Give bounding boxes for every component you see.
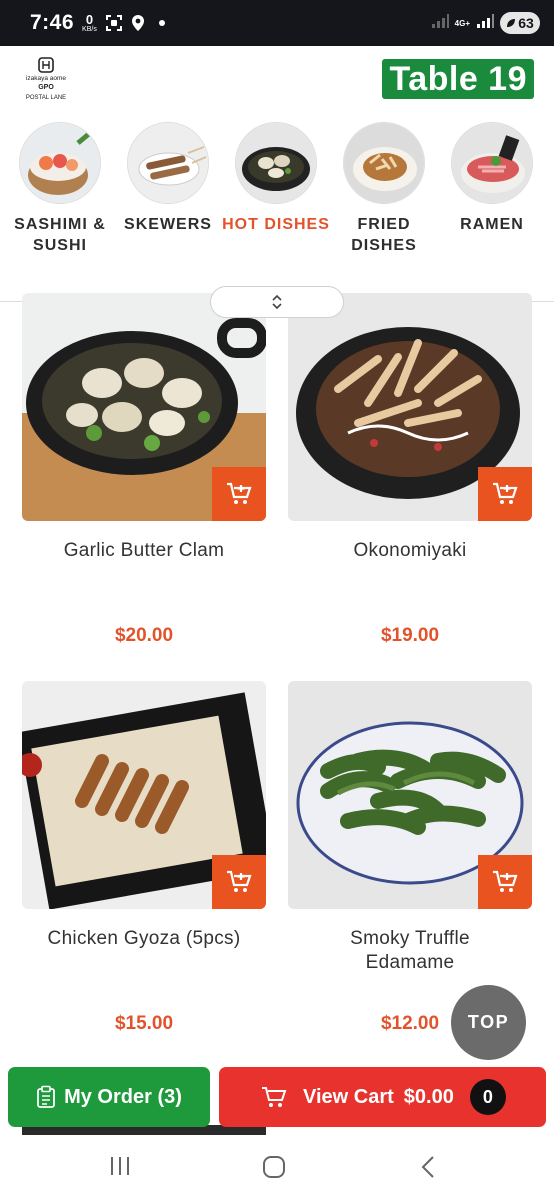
speed-value: 0 [85, 12, 94, 27]
category-image [127, 122, 209, 204]
shopping-cart-icon [262, 1087, 287, 1107]
collapse-categories-button[interactable] [210, 286, 344, 318]
category-label: SASHIMI & SUSHI [14, 216, 106, 254]
battery-level: 63 [518, 15, 534, 31]
svg-text:izakaya aome: izakaya aome [26, 75, 66, 82]
category-label: FRIED DISHES [351, 216, 417, 254]
clock: 7:46 [30, 11, 75, 34]
dish-price: $19.00 [380, 625, 440, 646]
dish-photo [22, 681, 266, 909]
add-to-cart-icon [493, 482, 518, 504]
dish-name: Okonomiyaki [353, 540, 467, 561]
leaf-icon [507, 19, 516, 27]
notification-dot-icon [158, 20, 165, 26]
svg-text:POSTAL LANE: POSTAL LANE [26, 95, 66, 101]
add-to-cart-icon [493, 870, 518, 892]
add-to-cart-icon [227, 870, 252, 892]
cart-total: $0.00 [403, 1085, 454, 1108]
home-icon[interactable] [262, 1155, 286, 1179]
restaurant-logo[interactable]: izakaya aome GPO POSTAL LANE [18, 56, 74, 104]
menu-item-chicken-gyoza[interactable]: Chicken Gyoza (5pcs) $15.00 [22, 681, 266, 1034]
category-bar: SASHIMI & SUSHI SKEWERS HOT DISHES FRIED… [0, 110, 554, 302]
svg-text:GPO: GPO [38, 84, 54, 91]
dish-price: $20.00 [114, 625, 174, 646]
dish-photo [288, 293, 532, 521]
category-image [343, 122, 425, 204]
my-order-button[interactable]: My Order (3) [8, 1067, 210, 1127]
dish-photo [288, 681, 532, 909]
speed-unit: KB/s [82, 26, 97, 33]
battery-indicator: 63 [500, 12, 540, 34]
add-to-cart-button[interactable] [212, 467, 266, 521]
table-number-badge: Table 19 [382, 59, 534, 99]
dish-name: Smoky Truffle Edamame [350, 928, 470, 973]
category-skewers[interactable]: SKEWERS [114, 122, 222, 235]
signal-icon [431, 13, 449, 33]
menu-item-garlic-butter-clam[interactable]: Garlic Butter Clam $20.00 [22, 293, 266, 646]
view-cart-label: View Cart [303, 1085, 394, 1108]
category-label: RAMEN [460, 216, 524, 233]
dish-name: Garlic Butter Clam [63, 540, 225, 561]
my-order-label: My Order (3) [64, 1085, 182, 1108]
menu-item-okonomiyaki[interactable]: Okonomiyaki $19.00 [288, 293, 532, 646]
category-image [19, 122, 101, 204]
category-image [451, 122, 533, 204]
scroll-to-top-button[interactable]: TOP [451, 985, 526, 1060]
dish-photo [22, 293, 266, 521]
category-hot-dishes[interactable]: HOT DISHES [222, 122, 330, 235]
menu-item-smoky-truffle-edamame[interactable]: Smoky Truffle Edamame $12.00 [288, 681, 532, 1034]
add-to-cart-icon [227, 482, 252, 504]
view-cart-button[interactable]: View Cart $0.00 0 [219, 1067, 546, 1127]
category-image [235, 122, 317, 204]
network-speed: 0 KB/s [82, 13, 97, 33]
status-bar: 7:46 0 KB/s 4G+ 63 [0, 0, 554, 46]
cart-count-badge: 0 [469, 1079, 506, 1115]
system-navigation-bar [0, 1135, 554, 1200]
category-label: HOT DISHES [222, 216, 330, 233]
app-header: izakaya aome GPO POSTAL LANE Table 19 [0, 46, 554, 110]
add-to-cart-button[interactable] [478, 467, 532, 521]
back-icon[interactable] [420, 1155, 436, 1179]
add-to-cart-button[interactable] [212, 855, 266, 909]
dish-price: $15.00 [114, 1013, 174, 1034]
screenshot-icon [105, 14, 123, 32]
signal-strong-icon [476, 13, 494, 33]
location-icon [131, 14, 145, 32]
network-type: 4G+ [454, 18, 470, 28]
category-label: SKEWERS [124, 216, 212, 233]
category-fried-dishes[interactable]: FRIED DISHES [330, 122, 438, 256]
add-to-cart-button[interactable] [478, 855, 532, 909]
recent-apps-icon[interactable] [108, 1155, 132, 1177]
chevron-up-down-icon [272, 294, 282, 310]
category-sashimi-sushi[interactable]: SASHIMI & SUSHI [6, 122, 114, 256]
category-ramen[interactable]: RAMEN [438, 122, 546, 235]
clipboard-icon [37, 1085, 55, 1108]
dish-name: Chicken Gyoza (5pcs) [47, 928, 241, 949]
